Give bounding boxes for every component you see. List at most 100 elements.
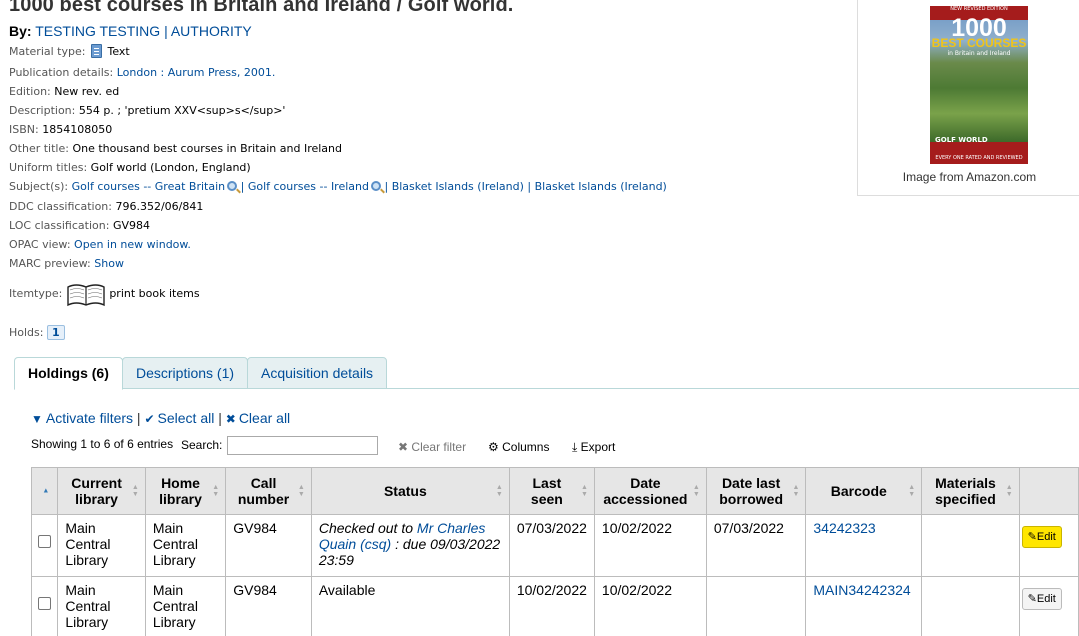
opac-link[interactable]: Open in new window. xyxy=(74,238,191,251)
subject-link-1[interactable]: Golf courses -- Great Britain xyxy=(72,180,225,193)
header-barcode[interactable]: Barcode ▲ ▼ xyxy=(805,467,923,515)
cover-subtitle: BEST COURSES xyxy=(931,36,1027,50)
barcode-link[interactable]: MAIN34242324 xyxy=(813,582,910,598)
filter-icon: ▼ xyxy=(31,412,43,426)
uniform-titles-value: Golf world (London, England) xyxy=(90,161,251,174)
search-input[interactable] xyxy=(227,436,378,455)
holdings-table: ▲ Current library ▲ ▼ Home library ▲ ▼ Call … xyxy=(30,467,1079,636)
select-all-link[interactable]: Select all xyxy=(158,410,215,426)
home-library-cell: Main Central Library xyxy=(144,576,227,636)
sort-asc-icon: ▲ xyxy=(42,487,50,495)
uniform-titles-row: Uniform titles: Golf world (London, Engl… xyxy=(9,161,251,174)
holds-count-badge[interactable]: 1 xyxy=(46,325,65,340)
header-date-accessioned[interactable]: Date accessioned ▲ ▼ xyxy=(593,467,707,515)
header-home-library[interactable]: Home library ▲ ▼ xyxy=(144,467,227,515)
tab-acquisition-details[interactable]: Acquisition details xyxy=(247,357,388,389)
cover-bottom-band: EVERY ONE RATED AND REVIEWED xyxy=(935,155,1023,161)
header-actions xyxy=(1018,467,1079,515)
edit-button[interactable]: ✎Edit xyxy=(1021,588,1062,610)
header-label: Call number xyxy=(237,475,290,507)
materials-cell xyxy=(921,514,1020,577)
date-accessioned-cell: 10/02/2022 xyxy=(593,514,707,577)
filter-separator: | xyxy=(136,410,141,426)
edit-label: Edit xyxy=(1036,593,1056,605)
subject-link-3[interactable]: Blasket Islands (Ireland) xyxy=(392,180,524,193)
edition-row: Edition: New rev. ed xyxy=(9,85,119,98)
subject-link-2[interactable]: Golf courses -- Ireland xyxy=(248,180,369,193)
entries-info: Showing 1 to 6 of 6 entries xyxy=(31,437,174,451)
sort-icon: ▲ ▼ xyxy=(131,484,139,498)
open-book-icon xyxy=(67,284,105,307)
sort-icon: ▲ ▼ xyxy=(495,484,503,498)
document-icon xyxy=(90,44,102,58)
itemtype-label: Itemtype: xyxy=(9,287,63,300)
row-checkbox[interactable] xyxy=(38,535,52,548)
edit-label: Edit xyxy=(1036,531,1056,543)
cover-top-band: NEW REVISED EDITION xyxy=(950,6,1008,12)
activate-filters-link[interactable]: Activate filters xyxy=(46,410,133,426)
isbn-row: ISBN: 1854108050 xyxy=(9,123,112,136)
loc-label: LOC classification: xyxy=(9,219,110,232)
cover-publisher-logo: GOLF WORLD xyxy=(935,136,988,144)
publication-row: Publication details: London : Aurum Pres… xyxy=(9,66,275,79)
header-last-seen[interactable]: Last seen ▲ ▼ xyxy=(508,467,595,515)
materials-cell xyxy=(921,576,1020,636)
tab-descriptions[interactable]: Descriptions (1) xyxy=(122,357,249,389)
select-column-header[interactable]: ▲ xyxy=(30,467,59,515)
last-seen-cell: 07/03/2022 xyxy=(508,514,595,577)
marc-show-link[interactable]: Show xyxy=(94,257,124,270)
date-accessioned-cell: 10/02/2022 xyxy=(593,576,707,636)
material-type-value: Text xyxy=(107,45,130,58)
cover-panel: NEW REVISED EDITION 1000 BEST COURSES in… xyxy=(857,0,1079,196)
header-status[interactable]: Status ▲ ▼ xyxy=(310,467,510,515)
cover-image[interactable]: NEW REVISED EDITION 1000 BEST COURSES in… xyxy=(930,6,1028,164)
sort-icon: ▲ ▼ xyxy=(692,484,700,498)
marc-label: MARC preview: xyxy=(9,257,91,270)
download-icon: ⤓ xyxy=(572,440,578,454)
export-button[interactable]: ⤓ Export xyxy=(572,440,615,455)
columns-button[interactable]: ⚙ Columns xyxy=(488,440,549,454)
clear-filter-label: Clear filter xyxy=(411,440,467,454)
subject-separator: | xyxy=(240,180,245,193)
material-type-row: Material type: Text xyxy=(9,44,130,58)
barcode-link[interactable]: 34242323 xyxy=(813,520,875,536)
subject-link-4[interactable]: Blasket Islands (Ireland) xyxy=(535,180,667,193)
sort-icon: ▲ ▼ xyxy=(792,484,800,498)
publication-link[interactable]: London : Aurum Press, 2001. xyxy=(117,66,276,79)
pencil-icon: ✎ xyxy=(1027,531,1037,543)
status-cell: Checked out to Mr Charles Quain (csq) : … xyxy=(310,514,510,577)
tab-holdings[interactable]: Holdings (6) xyxy=(14,357,123,390)
description-value: 554 p. ; 'pretium XXV<sup>s</sup>' xyxy=(78,104,286,117)
search-icon[interactable] xyxy=(227,181,238,191)
author-link-2[interactable]: AUTHORITY xyxy=(171,23,252,39)
clear-all-link[interactable]: Clear all xyxy=(239,410,290,426)
header-date-last-borrowed[interactable]: Date last borrowed ▲ ▼ xyxy=(705,467,807,515)
isbn-label: ISBN: xyxy=(9,123,39,136)
call-number-cell: GV984 xyxy=(225,514,312,577)
tab-bar: Holdings (6) Descriptions (1) Acquisitio… xyxy=(14,357,1079,390)
loc-row: LOC classification: GV984 xyxy=(9,219,150,232)
pencil-icon: ✎ xyxy=(1027,593,1037,605)
row-checkbox[interactable] xyxy=(38,597,52,610)
author-link-1[interactable]: TESTING TESTING xyxy=(35,23,160,39)
search-icon[interactable] xyxy=(370,181,381,191)
material-type-label: Material type: xyxy=(9,45,86,58)
header-label: Current library xyxy=(71,475,122,507)
status-prefix: Checked out to xyxy=(318,520,414,536)
current-library-cell: Main Central Library xyxy=(57,576,146,636)
actions-cell: ✎Edit xyxy=(1018,576,1079,636)
current-library-cell: Main Central Library xyxy=(57,514,146,577)
header-call-number[interactable]: Call number ▲ ▼ xyxy=(225,467,312,515)
clear-filter-button[interactable]: ✖ Clear filter xyxy=(398,440,466,454)
search-label: Search: xyxy=(181,438,223,452)
header-current-library[interactable]: Current library ▲ ▼ xyxy=(57,467,146,515)
publication-label: Publication details: xyxy=(9,66,114,79)
edit-button[interactable]: ✎Edit xyxy=(1021,526,1062,548)
check-icon: ✔ xyxy=(144,412,155,426)
last-seen-cell: 10/02/2022 xyxy=(508,576,595,636)
status-cell: Available xyxy=(310,576,510,636)
filter-bar: ▼ Activate filters | ✔ Select all | ✖ Clear… xyxy=(31,410,290,426)
other-title-label: Other title: xyxy=(9,142,69,155)
header-materials-specified[interactable]: Materials specified ▲ ▼ xyxy=(921,467,1020,515)
header-label: Date last borrowed xyxy=(719,475,784,507)
